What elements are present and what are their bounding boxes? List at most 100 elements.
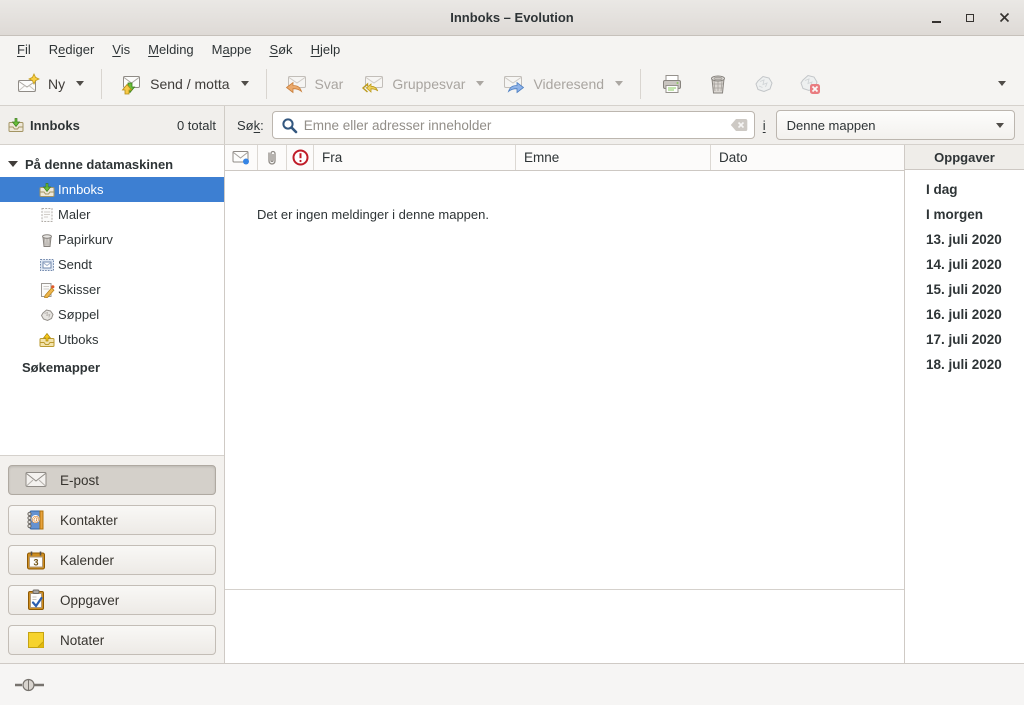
column-attachment[interactable]	[258, 145, 287, 170]
not-junk-icon	[798, 72, 822, 96]
clear-search-icon[interactable]	[730, 118, 748, 132]
sidebar-item-papirkurv[interactable]: Papirkurv	[0, 227, 224, 252]
task-group-date[interactable]: 18. juli 2020	[905, 352, 1024, 377]
menu-rediger[interactable]: Rediger	[40, 39, 104, 60]
print-icon	[660, 72, 684, 96]
view-switcher: E-post @ Kontakter	[0, 455, 224, 665]
message-list[interactable]: Det er ingen meldinger i denne mappen.	[225, 171, 904, 589]
svg-text:@: @	[31, 515, 39, 524]
task-group-date[interactable]: 15. juli 2020	[905, 277, 1024, 302]
toolbar-overflow-button[interactable]	[984, 77, 1016, 90]
forward-dropdown-arrow-icon	[615, 81, 623, 86]
templates-icon	[39, 207, 55, 223]
column-status[interactable]	[225, 145, 258, 170]
trash-icon	[39, 232, 55, 248]
send-receive-icon	[119, 73, 143, 95]
maximize-icon	[966, 14, 974, 22]
search-in-label: i	[763, 118, 766, 133]
new-mail-icon	[17, 73, 41, 95]
minimize-icon	[932, 21, 941, 23]
sidebar-item-sendt[interactable]: Sendt	[0, 252, 224, 277]
tree-root-on-this-computer[interactable]: På denne datamaskinen	[0, 151, 224, 177]
junk-icon	[39, 307, 55, 323]
sidebar-item-innboks[interactable]: Innboks	[0, 177, 224, 202]
toolbar-separator	[101, 69, 102, 99]
folder-sidebar: På denne datamaskinen Innboks Maler	[0, 145, 225, 663]
print-button[interactable]	[652, 67, 692, 101]
forward-button[interactable]: Videresend	[493, 68, 632, 100]
close-button[interactable]	[992, 6, 1016, 30]
task-group-today[interactable]: I dag	[905, 177, 1024, 202]
minimize-button[interactable]	[924, 6, 948, 30]
folder-tree: På denne datamaskinen Innboks Maler	[0, 145, 224, 455]
sidebar-item-skisser[interactable]: Skisser	[0, 277, 224, 302]
send-receive-button[interactable]: Send / motta	[110, 68, 257, 100]
scope-dropdown-arrow-icon	[996, 123, 1004, 128]
tasks-panel: Oppgaver I dag I morgen 13. juli 2020 14…	[904, 145, 1024, 663]
menu-vis[interactable]: Vis	[103, 39, 139, 60]
outbox-icon	[39, 332, 55, 348]
tasks-panel-header: Oppgaver	[905, 145, 1024, 170]
column-priority[interactable]	[287, 145, 314, 170]
inbox-icon	[39, 182, 55, 198]
toolbar-separator	[640, 69, 641, 99]
svg-text:3: 3	[33, 558, 38, 568]
reply-icon	[284, 73, 308, 95]
maximize-button[interactable]	[958, 6, 982, 30]
empty-folder-message: Det er ingen meldinger i denne mappen.	[257, 207, 489, 222]
search-controls: Søk: i Denne mappen	[225, 106, 1024, 144]
drafts-icon	[39, 282, 55, 298]
close-icon	[999, 12, 1010, 23]
menu-hjelp[interactable]: Hjelp	[302, 39, 350, 60]
toolbar: Ny Send / motta Svar	[0, 62, 1024, 106]
switcher-kalender[interactable]: 3 Kalender	[8, 545, 216, 575]
task-group-date[interactable]: 17. juli 2020	[905, 327, 1024, 352]
column-from[interactable]: Fra	[314, 145, 516, 170]
reply-button[interactable]: Svar	[275, 68, 353, 100]
search-input[interactable]	[304, 118, 724, 133]
search-scope-combo[interactable]: Denne mappen	[776, 110, 1015, 140]
task-group-date[interactable]: 13. juli 2020	[905, 227, 1024, 252]
switcher-notater[interactable]: Notater	[8, 625, 216, 655]
task-group-date[interactable]: 16. juli 2020	[905, 302, 1024, 327]
message-list-header: Fra Emne Dato	[225, 145, 904, 171]
sidebar-item-soppel[interactable]: Søppel	[0, 302, 224, 327]
sent-icon	[39, 257, 55, 273]
new-message-button[interactable]: Ny	[8, 68, 93, 100]
toolbar-separator	[266, 69, 267, 99]
status-bar	[0, 663, 1024, 705]
paperclip-icon	[266, 149, 278, 167]
calendar-icon: 3	[25, 549, 47, 571]
expander-icon[interactable]	[8, 161, 18, 167]
send-receive-dropdown-arrow-icon	[241, 81, 249, 86]
search-entry	[272, 111, 755, 139]
not-junk-button[interactable]	[790, 67, 830, 101]
group-reply-button[interactable]: Gruppesvar	[352, 68, 493, 100]
group-reply-dropdown-arrow-icon	[476, 81, 484, 86]
notes-icon	[25, 629, 47, 651]
switcher-oppgaver[interactable]: Oppgaver	[8, 585, 216, 615]
menu-fil[interactable]: Fil	[8, 39, 40, 60]
menu-mappe[interactable]: Mappe	[203, 39, 261, 60]
task-group-tomorrow[interactable]: I morgen	[905, 202, 1024, 227]
menu-sok[interactable]: Søk	[260, 39, 301, 60]
sidebar-item-utboks[interactable]: Utboks	[0, 327, 224, 352]
column-date[interactable]: Dato	[711, 145, 904, 170]
switcher-kontakter[interactable]: @ Kontakter	[8, 505, 216, 535]
column-subject[interactable]: Emne	[516, 145, 711, 170]
task-group-date[interactable]: 14. juli 2020	[905, 252, 1024, 277]
menu-melding[interactable]: Melding	[139, 39, 203, 60]
search-icon	[281, 117, 298, 134]
message-status-icon	[232, 150, 250, 165]
tree-root-sokemapper[interactable]: Søkemapper	[0, 354, 224, 380]
delete-button[interactable]	[698, 67, 738, 101]
preview-pane	[225, 589, 904, 663]
search-row: Innboks 0 totalt Søk: i Denne mappen	[0, 106, 1024, 145]
group-reply-icon	[361, 73, 385, 95]
window-controls	[924, 0, 1016, 35]
trash-icon	[706, 72, 730, 96]
switcher-epost[interactable]: E-post	[8, 465, 216, 495]
evolution-window: Innboks – Evolution Fil Rediger Vis Meld…	[0, 0, 1024, 705]
junk-button[interactable]	[744, 67, 784, 101]
sidebar-item-maler[interactable]: Maler	[0, 202, 224, 227]
